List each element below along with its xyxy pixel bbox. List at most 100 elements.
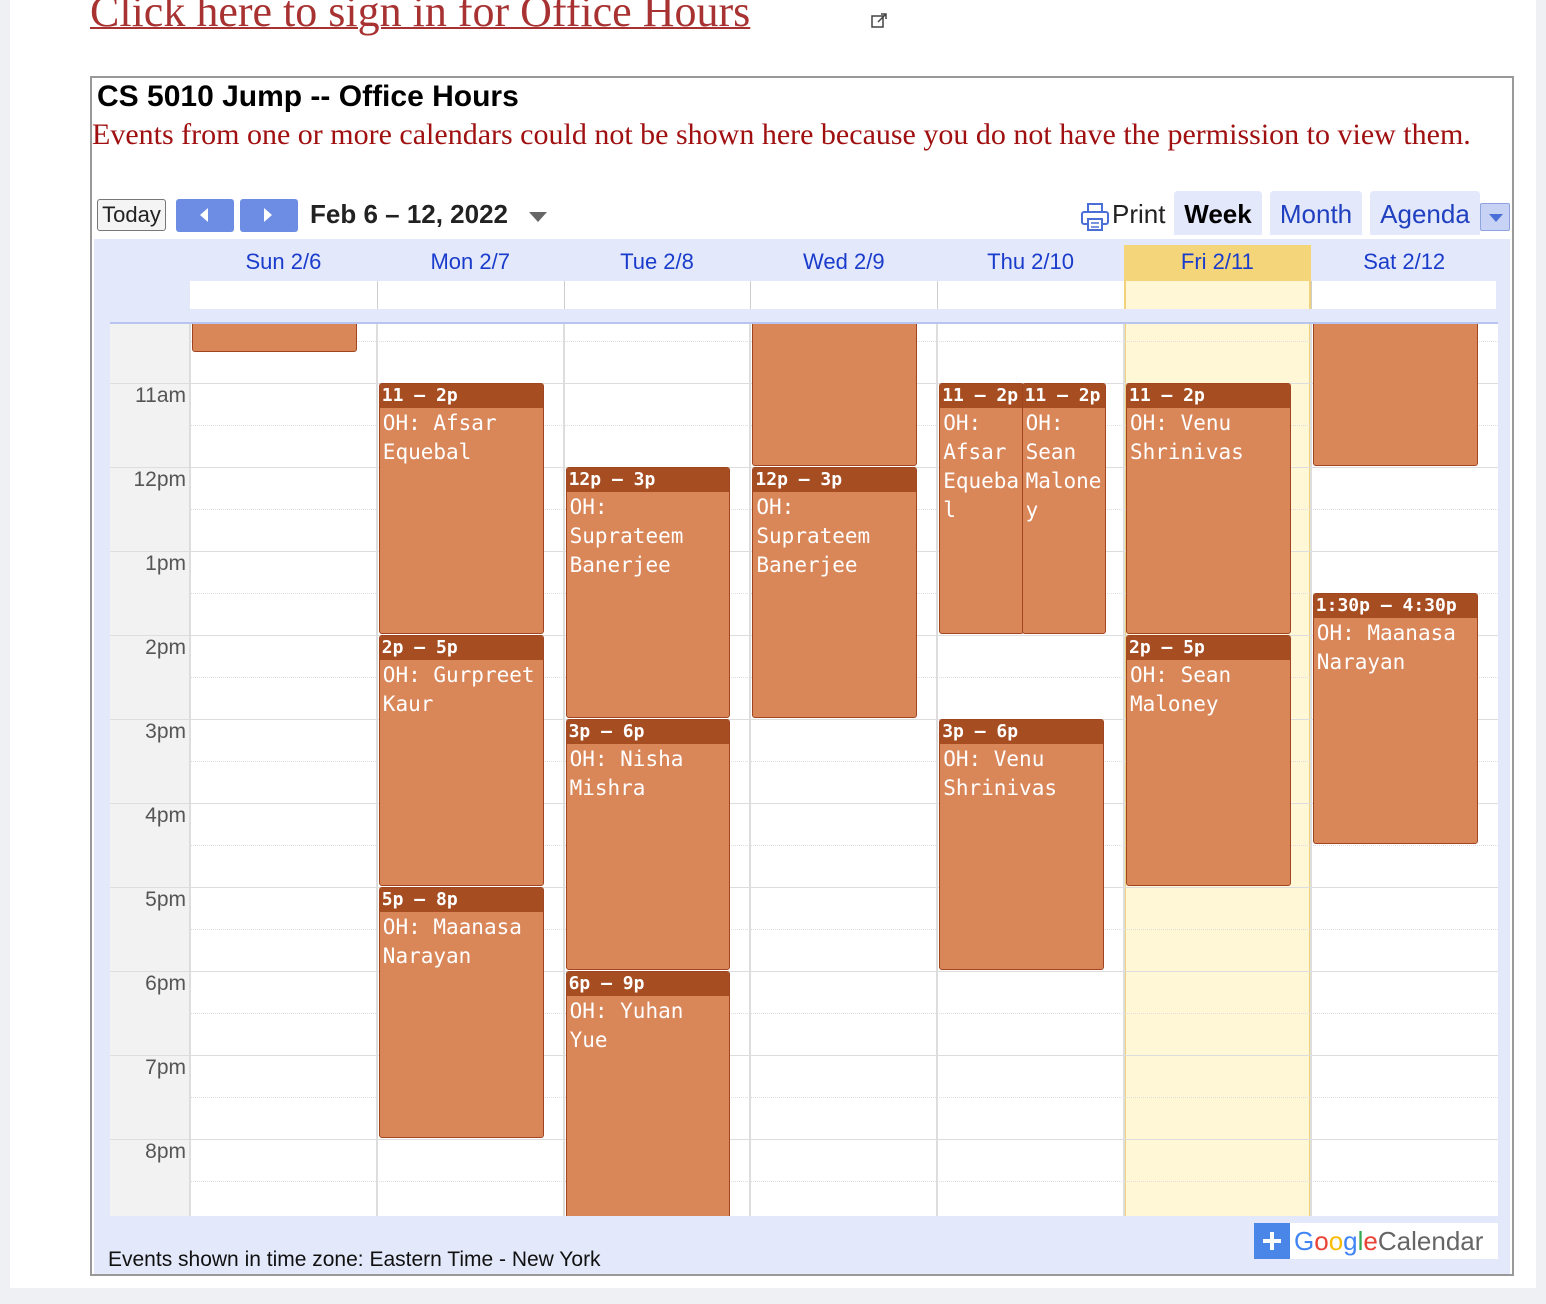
time-label: 11am (135, 383, 186, 407)
all-day-today-cell[interactable] (1124, 281, 1311, 309)
event-time: 11 – 2p (379, 383, 543, 408)
all-day-separator (937, 281, 939, 309)
time-label: 5pm (145, 887, 186, 911)
chevron-down-icon (1489, 214, 1503, 222)
all-day-separator (563, 281, 565, 309)
time-label: 3pm (145, 719, 186, 743)
calendar-event[interactable] (192, 324, 357, 353)
page-margin-right (1536, 0, 1546, 1304)
calendar-event[interactable]: 5p – 8p OH: Maanasa Narayan (378, 886, 544, 1138)
hour-gridline (110, 970, 1498, 972)
google-calendar-badge[interactable]: GoogleCalendar (1254, 1223, 1498, 1259)
day-column-separator (1123, 324, 1125, 1216)
day-header-4[interactable]: Thu 2/10 (937, 245, 1124, 281)
day-header-1[interactable]: Mon 2/7 (377, 245, 564, 281)
tab-agenda[interactable]: Agenda (1370, 191, 1480, 235)
calendar-event[interactable]: 11 – 2p OH: Sean Maloney (1021, 382, 1106, 634)
calendar-event[interactable]: 2p – 5p OH: Gurpreet Kaur (378, 634, 544, 886)
event-time: 5p – 8p (379, 887, 543, 912)
event-time: 11 – 2p (940, 383, 1023, 408)
event-title: OH: Afsar Equebal (943, 410, 1020, 522)
day-header-2[interactable]: Tue 2/8 (564, 245, 751, 281)
day-header-5[interactable]: Fri 2/11 (1124, 245, 1311, 281)
event-time: 12p – 3p (753, 467, 917, 492)
event-time: 3p – 6p (940, 719, 1103, 744)
week-grid: Sun 2/6 Mon 2/7 Tue 2/8 Wed 2/9 Thu 2/10 Fri … (94, 239, 1510, 1274)
time-gutter (110, 324, 190, 1216)
print-label: Print (1112, 199, 1166, 229)
event-time: 3p – 6p (566, 719, 730, 744)
calendar-event[interactable] (1312, 324, 1478, 466)
today-button[interactable]: Today (97, 199, 166, 231)
event-title: OH: Suprateem Banerjee (569, 494, 684, 577)
google-calendar-logo-text: GoogleCalendar (1294, 1226, 1484, 1256)
tab-month[interactable]: Month (1270, 191, 1362, 235)
hour-gridline (110, 1138, 1498, 1140)
day-column-separator (936, 324, 939, 1216)
date-range-label[interactable]: Feb 6 – 12, 2022 (310, 199, 508, 230)
day-column-separator (375, 324, 378, 1216)
calendar-title: CS 5010 Jump -- Office Hours (97, 80, 519, 113)
event-title: OH: Sean Maloney (1130, 662, 1232, 716)
event-title: OH: Maanasa Narayan (1316, 620, 1456, 674)
event-title: OH: Venu Shrinivas (1130, 410, 1244, 464)
day-header-0[interactable]: Sun 2/6 (190, 245, 377, 281)
calendar-event[interactable]: 11 – 2p OH: Venu Shrinivas (1126, 382, 1291, 634)
calendar-event[interactable]: 2p – 5p OH: Sean Maloney (1126, 634, 1291, 886)
time-label: 6pm (145, 971, 186, 995)
all-day-separator (376, 281, 378, 309)
day-column-separator (749, 324, 752, 1216)
time-label: 1pm (145, 551, 186, 575)
hour-gridline (110, 886, 1498, 888)
day-header-6[interactable]: Sat 2/12 (1311, 245, 1498, 281)
next-week-button[interactable] (240, 199, 298, 232)
calendar-event[interactable] (752, 324, 918, 466)
calendar-event[interactable]: 12p – 3p OH: Suprateem Banerjee (565, 466, 731, 718)
calendar-event[interactable]: 1:30p – 4:30p OH: Maanasa Narayan (1312, 592, 1478, 844)
day-column-separator (1309, 324, 1312, 1216)
event-time: 1:30p – 4:30p (1313, 593, 1477, 618)
previous-week-button[interactable] (176, 199, 234, 232)
page-margin-left (0, 0, 10, 1304)
time-grid: 11am 12pm 1pm 2pm 3pm 4pm 5pm 6pm 7pm 8pm 11 – 2p O… (110, 324, 1498, 1216)
event-time: 2p – 5p (1127, 635, 1290, 660)
half-hour-gridline (190, 1180, 1498, 1182)
calendar-embed: CS 5010 Jump -- Office Hours Events from… (90, 76, 1514, 1276)
day-column-separator (562, 324, 565, 1216)
calendar-event[interactable]: 11 – 2p OH: Afsar Equebal (939, 382, 1024, 634)
signin-link[interactable]: Click here to sign in for Office Hours (90, 0, 750, 37)
time-label: 2pm (145, 635, 186, 659)
chevron-left-icon (200, 208, 208, 222)
chevron-right-icon (264, 208, 272, 222)
calendar-event[interactable]: 3p – 6p OH: Venu Shrinivas (939, 718, 1104, 970)
calendar-toolbar: Today Feb 6 – 12, 2022 Print Week Month … (92, 191, 1512, 236)
all-day-separator (1310, 281, 1312, 309)
day-column-separator (189, 324, 191, 1216)
event-title: OH: Sean Maloney (1025, 410, 1102, 522)
calendar-event[interactable]: 6p – 9p OH: Yuhan Yue (565, 970, 731, 1216)
event-title: OH: Suprateem Banerjee (756, 494, 871, 577)
plus-icon (1254, 1223, 1290, 1259)
chevron-down-icon[interactable] (528, 211, 548, 223)
view-menu-button[interactable] (1480, 203, 1510, 231)
page-margin-bottom (0, 1288, 1546, 1304)
time-label: 4pm (145, 803, 186, 827)
calendar-event[interactable]: 11 – 2p OH: Afsar Equebal (378, 382, 544, 634)
event-title: OH: Yuhan Yue (569, 998, 684, 1052)
timezone-note: Events shown in time zone: Eastern Time … (108, 1248, 601, 1271)
tab-week[interactable]: Week (1174, 191, 1262, 235)
event-time: 2p – 5p (379, 635, 543, 660)
hour-gridline (110, 1054, 1498, 1056)
day-header-3[interactable]: Wed 2/9 (750, 245, 937, 281)
calendar-event[interactable]: 3p – 6p OH: Nisha Mishra (565, 718, 731, 970)
permission-warning: Events from one or more calendars could … (92, 118, 1471, 151)
time-label: 12pm (133, 467, 186, 491)
event-time: 12p – 3p (566, 467, 730, 492)
calendar-event[interactable]: 12p – 3p OH: Suprateem Banerjee (752, 466, 918, 718)
time-label: 8pm (145, 1139, 186, 1163)
event-time: 11 – 2p (1127, 383, 1290, 408)
printer-icon (1081, 203, 1109, 231)
event-time: 11 – 2p (1022, 383, 1105, 408)
external-link-icon (871, 13, 887, 28)
all-day-separator (750, 281, 752, 309)
